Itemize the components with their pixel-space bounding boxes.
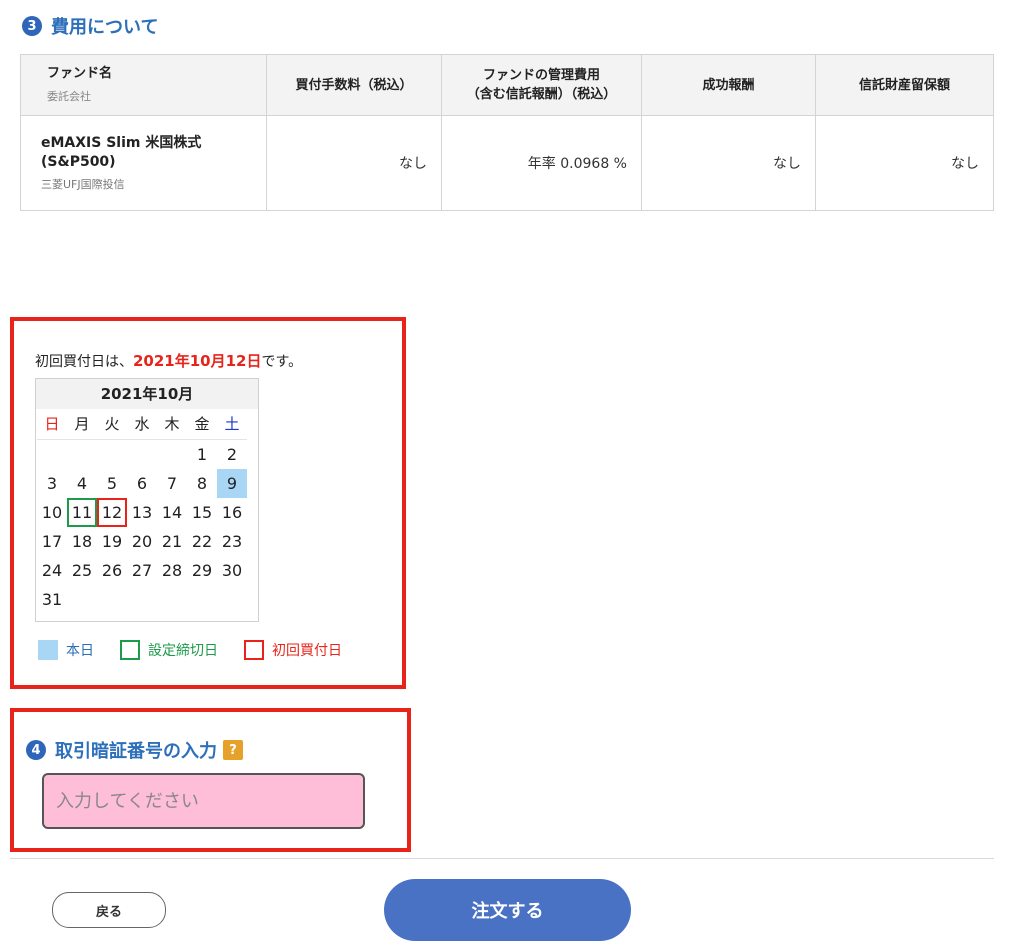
calendar-day-25: 25: [71, 561, 93, 580]
calendar-day-15: 15: [191, 503, 213, 522]
calendar-day-empty: [217, 585, 247, 614]
weekday-header: 木: [157, 409, 187, 440]
calendar-day-empty: [97, 440, 127, 469]
weekday-header: 水: [127, 409, 157, 440]
fund-name-line2: (S&P500): [41, 154, 116, 170]
header-company-label: 委託会社: [47, 90, 91, 103]
calendar-day-22: 22: [191, 532, 213, 551]
header-mgmt-fee-line2: （含む信託報酬）（税込）: [466, 87, 617, 102]
legend-deadline: 設定締切日: [120, 640, 218, 660]
fee-table: ファンド名 委託会社 買付手数料（税込） ファンドの管理費用 （含む信託報酬）（…: [20, 54, 994, 211]
calendar-day-empty: [67, 585, 97, 614]
first-purchase-calendar-panel: 初回買付日は、2021年10月12日です。 2021年10月 日月火水木金土12…: [10, 317, 406, 689]
calendar-day-empty: [157, 585, 187, 614]
calendar-day-empty: [67, 440, 97, 469]
header-mgmt-fee: ファンドの管理費用 （含む信託報酬）（税込）: [441, 54, 642, 116]
help-icon[interactable]: ?: [223, 740, 243, 760]
section-title: 費用について: [51, 17, 159, 38]
today-swatch: [38, 640, 58, 660]
step-number-badge: 4: [26, 740, 46, 760]
calendar-day-18: 18: [71, 532, 93, 551]
mgmt-fee-cell: 年率 0.0968 %: [441, 115, 642, 211]
calendar-day-28: 28: [161, 561, 183, 580]
weekday-header: 日: [37, 409, 67, 440]
weekday-header: 月: [67, 409, 97, 440]
fund-name-line1: eMAXIS Slim 米国株式: [41, 135, 202, 151]
calendar-day-7: 7: [166, 474, 178, 493]
pin-section-header: 4 取引暗証番号の入力 ?: [26, 737, 243, 763]
first-purchase-prefix: 初回買付日は、: [35, 354, 133, 370]
header-mgmt-fee-line1: ファンドの管理費用: [482, 68, 600, 83]
calendar-day-12: 12: [97, 498, 127, 527]
weekday-header: 金: [187, 409, 217, 440]
legend-today-label: 本日: [66, 643, 94, 659]
first-purchase-text: 初回買付日は、2021年10月12日です。: [35, 350, 302, 371]
calendar-day-23: 23: [221, 532, 243, 551]
calendar-day-29: 29: [191, 561, 213, 580]
back-button[interactable]: 戻る: [52, 892, 166, 928]
legend-deadline-label: 設定締切日: [148, 643, 218, 659]
calendar-day-2: 2: [226, 445, 238, 464]
calendar-day-empty: [187, 585, 217, 614]
calendar-day-26: 26: [101, 561, 123, 580]
pin-input[interactable]: [42, 773, 365, 829]
deadline-swatch: [120, 640, 140, 660]
purchase-fee-cell: なし: [266, 115, 442, 211]
calendar-day-14: 14: [161, 503, 183, 522]
calendar-day-empty: [157, 440, 187, 469]
calendar-day-10: 10: [41, 503, 63, 522]
weekday-header: 火: [97, 409, 127, 440]
calendar-day-9: 9: [217, 469, 247, 498]
calendar-day-30: 30: [221, 561, 243, 580]
calendar-day-empty: [97, 585, 127, 614]
first-purchase-suffix: です。: [261, 354, 303, 370]
calendar-legend: 本日 設定締切日 初回買付日: [38, 640, 368, 660]
weekday-header: 土: [217, 409, 247, 440]
calendar-day-empty: [127, 440, 157, 469]
divider: [10, 858, 994, 859]
calendar-day-31: 31: [41, 590, 63, 609]
retention-cell: なし: [815, 115, 994, 211]
calendar-day-4: 4: [76, 474, 88, 493]
success-fee-cell: なし: [641, 115, 816, 211]
header-fund-name: ファンド名 委託会社: [20, 54, 267, 116]
first-purchase-date: 2021年10月12日: [133, 352, 262, 370]
calendar-day-empty: [37, 440, 67, 469]
calendar-day-16: 16: [221, 503, 243, 522]
calendar-day-empty: [127, 585, 157, 614]
calendar-day-17: 17: [41, 532, 63, 551]
calendar-day-13: 13: [131, 503, 153, 522]
calendar-day-8: 8: [196, 474, 208, 493]
pin-input-panel: 4 取引暗証番号の入力 ?: [10, 708, 411, 852]
calendar-day-1: 1: [196, 445, 208, 464]
header-success-fee: 成功報酬: [641, 54, 816, 116]
calendar-month-title: 2021年10月: [36, 379, 258, 409]
fund-company: 三菱UFJ国際投信: [41, 178, 125, 191]
calendar-day-21: 21: [161, 532, 183, 551]
calendar-day-11: 11: [67, 498, 97, 527]
calendar-day-19: 19: [101, 532, 123, 551]
calendar-day-20: 20: [131, 532, 153, 551]
calendar-day-5: 5: [106, 474, 118, 493]
header-purchase-fee: 買付手数料（税込）: [266, 54, 442, 116]
cost-section-header: 3 費用について: [22, 13, 158, 39]
legend-first-buy-label: 初回買付日: [272, 643, 342, 659]
calendar-day-24: 24: [41, 561, 63, 580]
pin-section-title: 取引暗証番号の入力: [55, 741, 217, 762]
first-buy-swatch: [244, 640, 264, 660]
header-retention: 信託財産留保額: [815, 54, 994, 116]
legend-today: 本日: [38, 640, 94, 660]
legend-first-buy: 初回買付日: [244, 640, 342, 660]
table-row: eMAXIS Slim 米国株式 (S&P500) 三菱UFJ国際投信 なし 年…: [20, 115, 994, 211]
fund-cell: eMAXIS Slim 米国株式 (S&P500) 三菱UFJ国際投信: [20, 115, 267, 211]
calendar-day-6: 6: [136, 474, 148, 493]
order-button[interactable]: 注文する: [384, 879, 631, 941]
calendar-day-27: 27: [131, 561, 153, 580]
table-header-row: ファンド名 委託会社 買付手数料（税込） ファンドの管理費用 （含む信託報酬）（…: [20, 54, 994, 116]
step-number-badge: 3: [22, 16, 42, 36]
calendar-day-3: 3: [46, 474, 58, 493]
header-fund-name-label: ファンド名: [47, 66, 113, 81]
calendar: 2021年10月 日月火水木金土 1 2 3 4 5 6 7 8 9 10 11 12 13 14 15 16 1…: [35, 378, 259, 622]
calendar-grid: 日月火水木金土 1 2 3 4 5 6 7 8 9 10 11 12 13 14 15 16 17 18 19 20 21…: [36, 409, 258, 614]
